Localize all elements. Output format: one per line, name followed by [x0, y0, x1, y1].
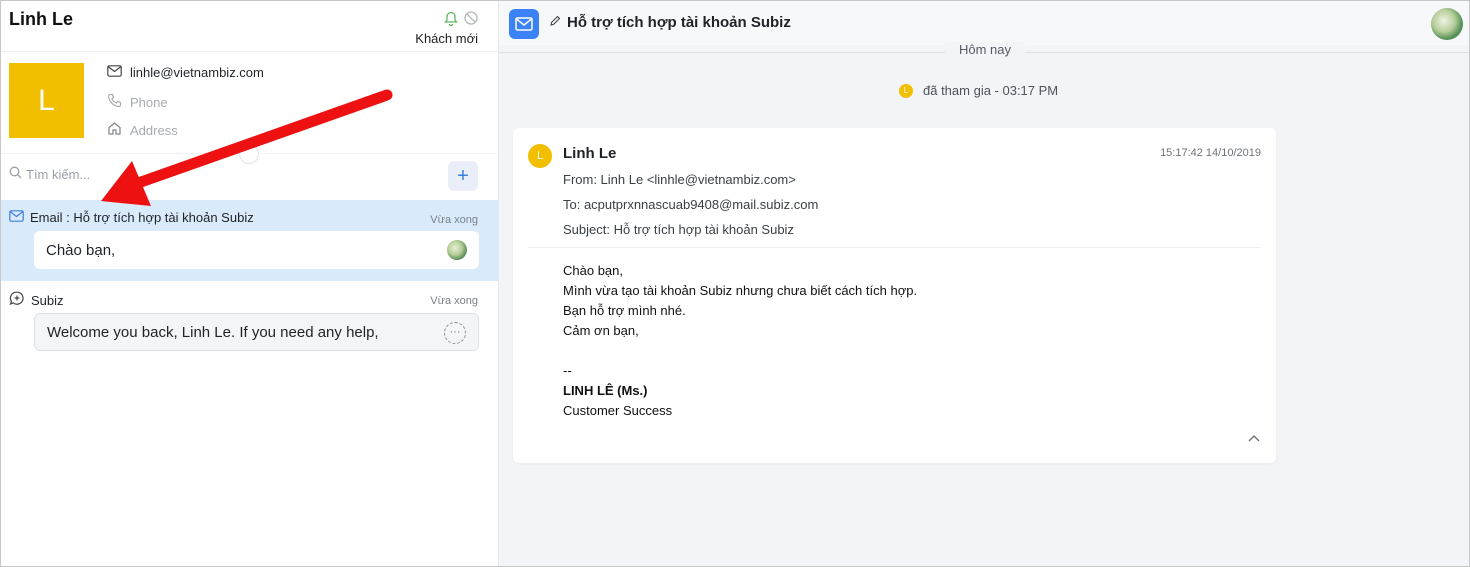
- more-icon[interactable]: ···: [444, 322, 466, 344]
- collapse-email-icon[interactable]: [1248, 431, 1260, 445]
- mail-icon: [9, 210, 24, 225]
- agent-avatar: [447, 240, 467, 260]
- add-conversation-button[interactable]: +: [448, 161, 478, 191]
- address-field[interactable]: Address: [130, 123, 178, 138]
- signature-name: LINH LÊ (Ms.): [563, 383, 648, 398]
- title-text[interactable]: Hỗ trợ tích hợp tài khoản Subiz: [567, 14, 791, 31]
- joined-text: đã tham gia - 03:17 PM: [923, 83, 1059, 98]
- chat-plus-icon: [9, 291, 25, 309]
- conversation-item-subiz[interactable]: Subiz Vừa xong Welcome you back, Linh Le…: [1, 281, 498, 361]
- sender-name: Linh Le: [563, 145, 617, 162]
- home-icon: [107, 121, 122, 139]
- email-to: To: acputprxnnascuab9408@mail.subiz.com: [563, 197, 819, 212]
- conversation-title[interactable]: Hỗ trợ tích hợp tài khoản Subiz: [549, 14, 791, 31]
- search-icon: [9, 166, 22, 182]
- email-row: linhle@vietnambiz.com: [107, 65, 264, 80]
- body-line: Chào bạn,: [563, 263, 623, 278]
- contact-name: Linh Le: [9, 9, 73, 29]
- agent-avatar[interactable]: [1431, 8, 1463, 40]
- body-line: Cảm ơn bạn,: [563, 323, 639, 338]
- joined-event: L đã tham gia - 03:17 PM: [899, 83, 1058, 98]
- conversation-time: Vừa xong: [430, 214, 478, 226]
- address-row[interactable]: Address: [107, 121, 178, 139]
- contact-avatar: L: [9, 63, 84, 138]
- collapse-toggle[interactable]: [239, 144, 259, 164]
- mail-icon: [107, 65, 122, 80]
- conversation-view: Hỗ trợ tích hợp tài khoản Subiz Hôm nay …: [499, 1, 1469, 566]
- message-timestamp: 15:17:42 14/10/2019: [1160, 147, 1261, 159]
- app-window: Linh Le Khách mới L linhle@vietnambiz.co…: [0, 0, 1470, 567]
- signature-title: Customer Success: [563, 403, 673, 418]
- preview-text: Welcome you back, Linh Le. If you need a…: [47, 323, 379, 341]
- contact-panel: Linh Le Khách mới L linhle@vietnambiz.co…: [1, 1, 499, 566]
- divider: [1, 51, 498, 52]
- day-label: Hôm nay: [945, 42, 1026, 57]
- phone-field[interactable]: Phone: [130, 95, 168, 110]
- email-subject: Subject: Hỗ trợ tích hợp tài khoản Subiz: [563, 222, 794, 237]
- search-input[interactable]: Tìm kiếm...: [26, 167, 90, 182]
- preview-text: Chào bạn,: [46, 241, 116, 259]
- bell-icon[interactable]: [444, 11, 458, 29]
- contact-status: Khách mới: [415, 11, 478, 46]
- email-from: From: Linh Le <linhle@vietnambiz.com>: [563, 172, 796, 187]
- conversation-time: Vừa xong: [430, 295, 478, 307]
- conversation-item-email[interactable]: Email : Hỗ trợ tích hợp tài khoản Subiz …: [1, 200, 498, 281]
- email-channel-icon: [509, 9, 539, 39]
- user-avatar-small: L: [899, 83, 913, 98]
- conversation-preview: Chào bạn,: [34, 231, 479, 269]
- sender-avatar: L: [528, 144, 552, 168]
- conversation-preview: Welcome you back, Linh Le. If you need a…: [34, 313, 479, 351]
- email-message: L Linh Le 15:17:42 14/10/2019 From: Linh…: [513, 128, 1276, 463]
- body-line: --: [563, 363, 572, 378]
- conversation-title: Subiz: [31, 292, 64, 308]
- phone-row[interactable]: Phone: [107, 93, 168, 111]
- plus-icon: +: [457, 164, 469, 187]
- block-icon[interactable]: [464, 11, 478, 29]
- guest-label: Khách mới: [415, 31, 478, 46]
- conversation-title: Email : Hỗ trợ tích hợp tài khoản Subiz: [30, 210, 254, 225]
- search-box[interactable]: Tìm kiếm...: [9, 166, 90, 182]
- body-line: [563, 341, 917, 361]
- phone-icon: [107, 93, 122, 111]
- email-body: Chào bạn, Mình vừa tạo tài khoản Subiz n…: [563, 261, 917, 421]
- contact-email[interactable]: linhle@vietnambiz.com: [130, 65, 264, 80]
- pencil-icon[interactable]: [549, 14, 561, 31]
- body-line: Mình vừa tạo tài khoản Subiz nhưng chưa …: [563, 283, 918, 298]
- conversation-header: Hỗ trợ tích hợp tài khoản Subiz: [499, 1, 1469, 45]
- divider: [528, 247, 1261, 248]
- body-line: Bạn hỗ trợ mình nhé.: [563, 303, 686, 318]
